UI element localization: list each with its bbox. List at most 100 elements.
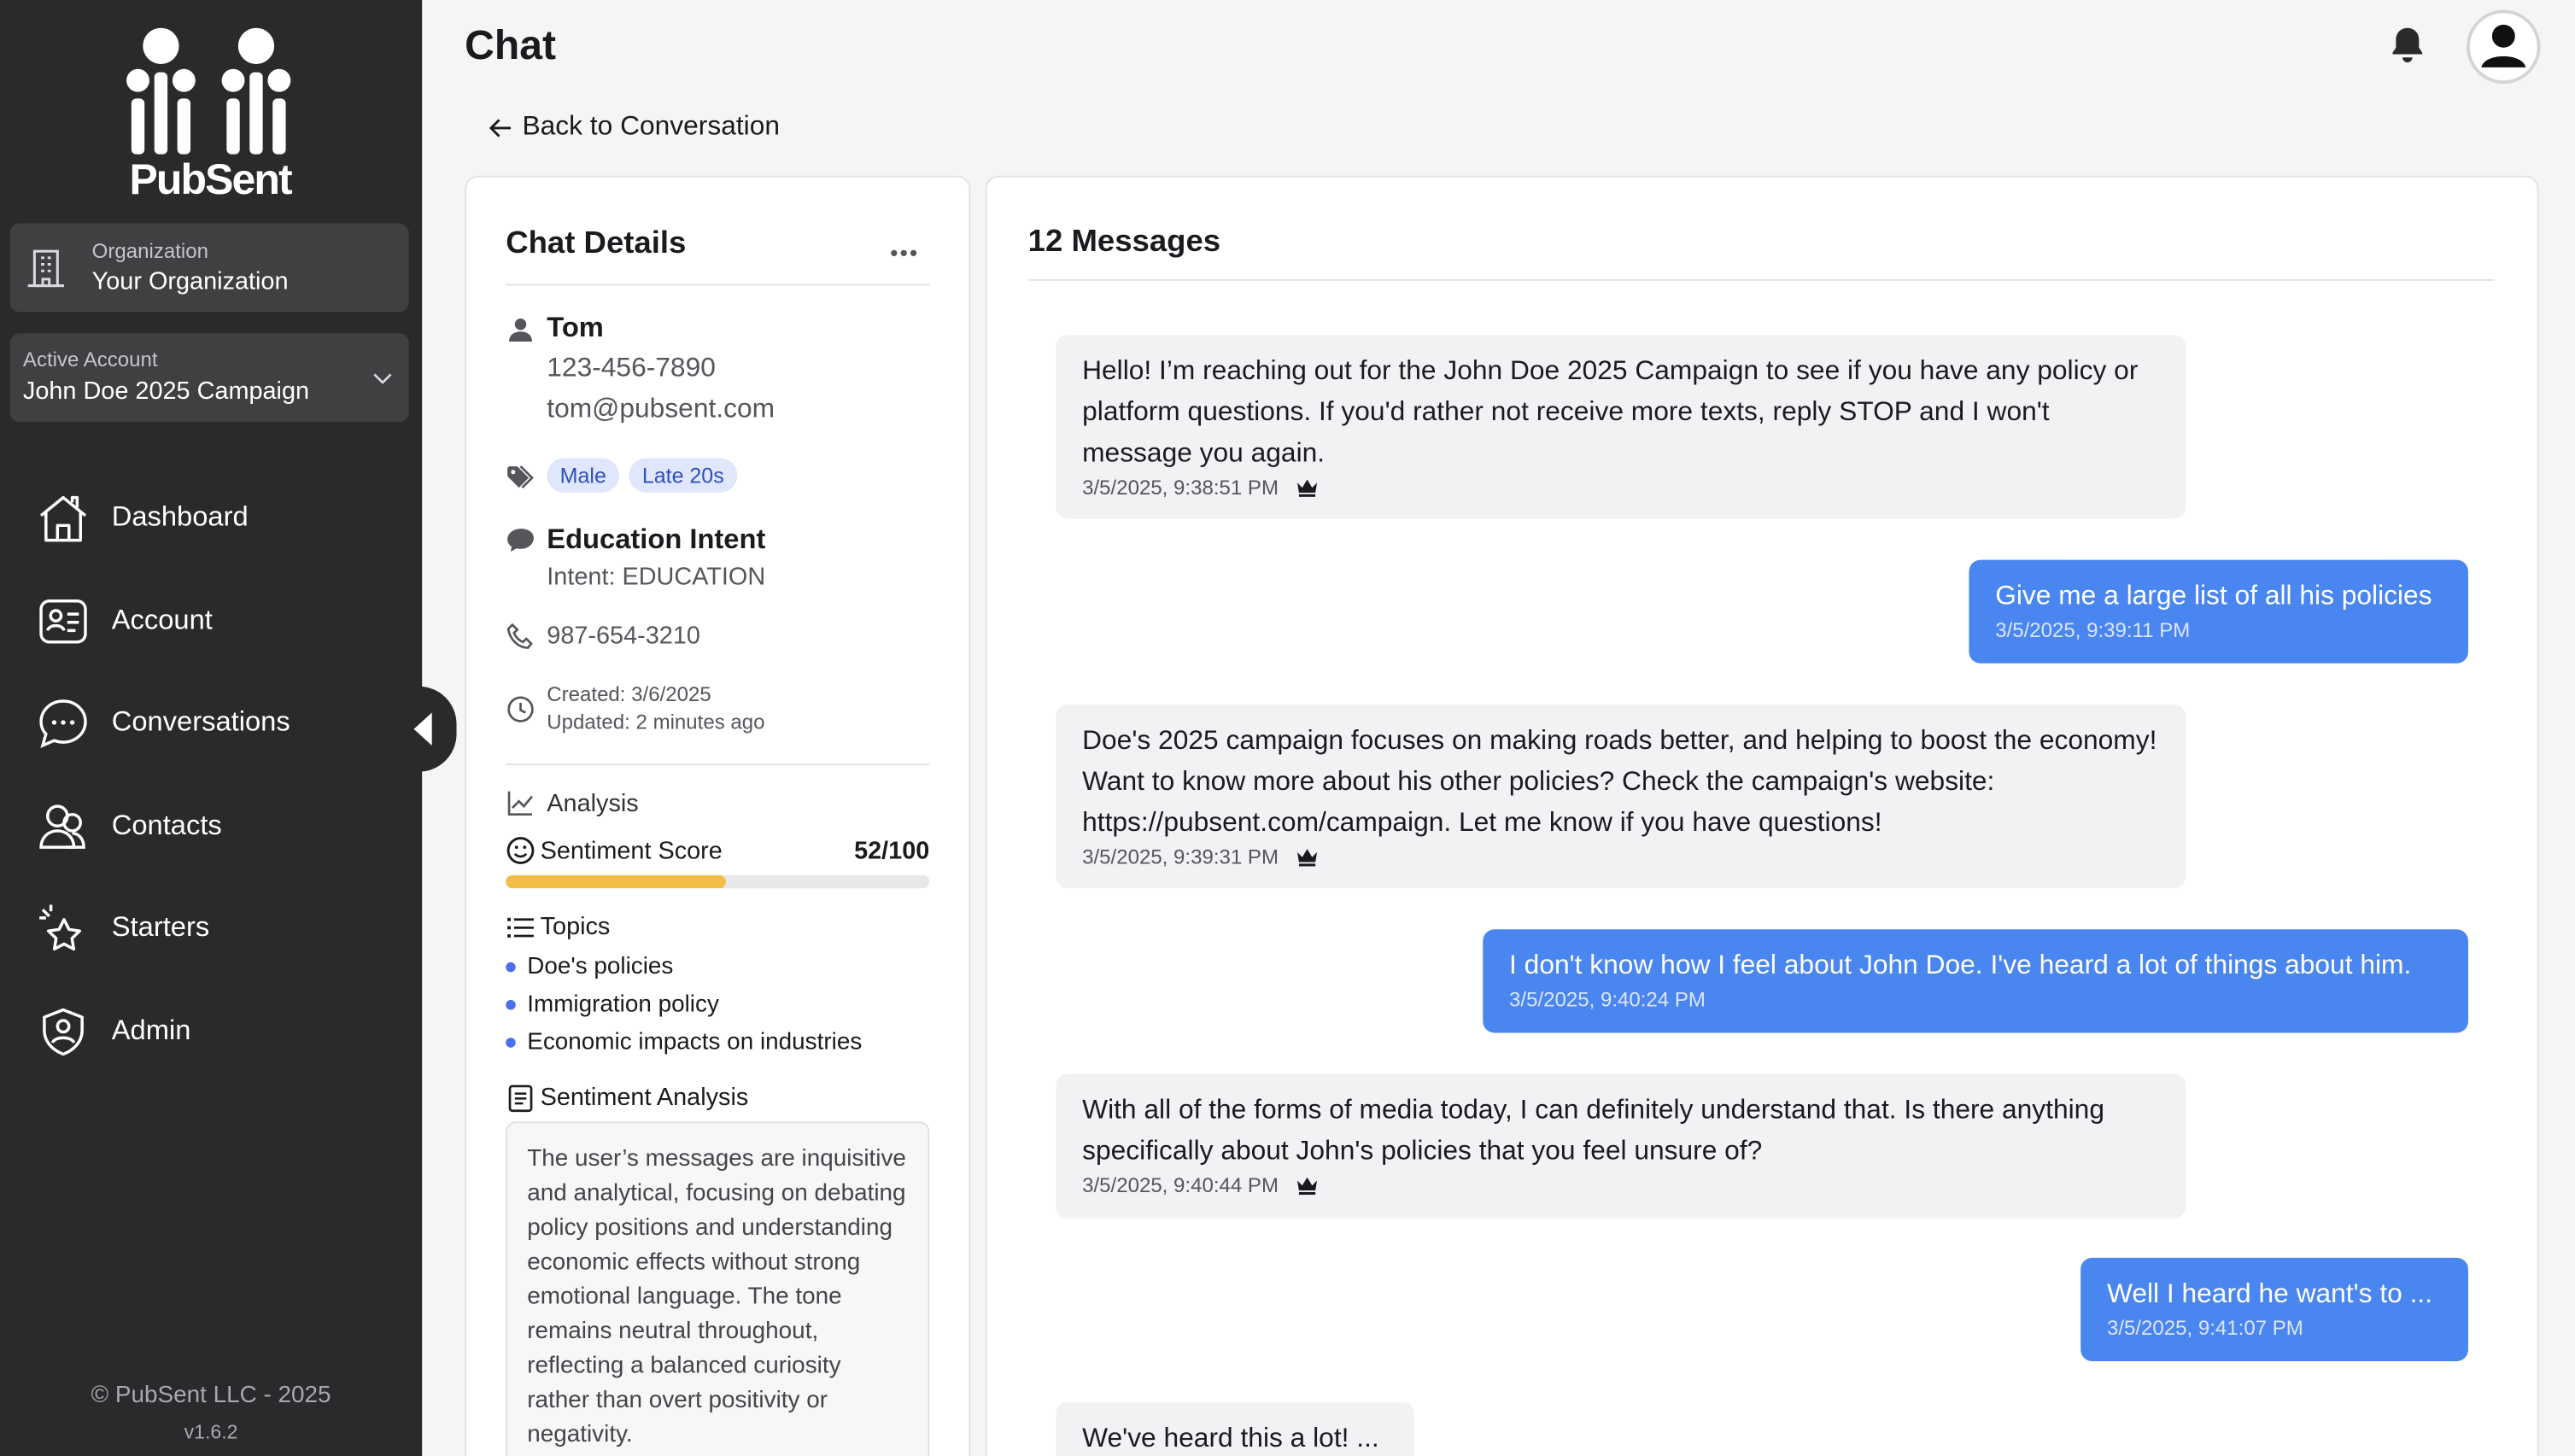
message-timestamp: 3/5/2025, 9:41:07 PM [2106,1317,2303,1341]
tag-badge: Late 20s [629,458,738,493]
document-icon [508,1085,533,1113]
topic-item: Immigration policy [506,991,719,1018]
phone-icon [506,623,533,649]
message-text: Doe's 2025 campaign focuses on making ro… [1082,725,2157,838]
message-text: Give me a large list of all his policies [1995,581,2432,611]
bell-icon[interactable] [2390,25,2426,64]
crown-icon [1296,479,1317,497]
topic-text: Economic impacts on industries [527,1029,863,1056]
sentiment-analysis-label: Sentiment Analysis [540,1084,749,1112]
organization-value: Your Organization [91,267,289,296]
chevron-down-icon [373,373,392,384]
tag-badge: Male [547,458,620,493]
intent-subtitle: Intent: EDUCATION [547,563,766,592]
topic-item: Economic impacts on industries [506,1029,863,1056]
message-outgoing: Well I heard he want's to ... 3/5/2025, … [2080,1257,2468,1362]
active-account-value: John Doe 2025 Campaign [22,377,310,406]
user-avatar[interactable] [2467,9,2541,85]
topic-text: Immigration policy [527,991,719,1019]
message-incoming: With all of the forms of media today, I … [1056,1073,2186,1219]
created-date: Created: 3/6/2025 [547,682,711,706]
smiley-icon [506,837,535,864]
sidebar-item-starters[interactable]: Starters [36,898,397,957]
divider [506,284,930,286]
message-incoming: Hello! I’m reaching out for the John Doe… [1056,335,2186,519]
organization-label: Organization [91,239,208,263]
sidebar-item-conversations[interactable]: Conversations [36,693,397,751]
contact-name: Tom [547,312,604,343]
sidebar-item-admin[interactable]: Admin [36,1002,397,1061]
sentiment-progress-fill [506,874,727,889]
sidebar-item-account[interactable]: Account [36,591,397,650]
active-account-selector[interactable]: Active Account John Doe 2025 Campaign [9,333,409,423]
shield-user-icon [43,1007,84,1055]
sidebar-item-label: Admin [111,1015,191,1046]
updated-date: Updated: 2 minutes ago [547,710,765,734]
sparkle-star-icon [39,903,81,950]
message-incoming: We've heard this a lot! ... [1056,1402,1414,1456]
page-title: Chat [465,22,556,69]
sidebar: PubSent Organization Your Organization A… [0,0,423,1456]
message-timestamp: 3/5/2025, 9:39:11 PM [1995,618,2191,642]
sidebar-item-contacts[interactable]: Contacts [36,797,397,856]
sidebar-item-label: Dashboard [111,500,249,532]
caret-left-icon [413,712,432,746]
message-incoming: Doe's 2025 campaign focuses on making ro… [1056,704,2186,889]
secondary-phone: 987-654-3210 [547,622,700,651]
message-text: I don't know how I feel about John Doe. … [1509,950,2412,980]
message-text: Well I heard he want's to ... [2106,1278,2433,1309]
back-to-conversation-link[interactable]: Back to Conversation [489,112,780,143]
active-account-label: Active Account [22,348,158,371]
message-timestamp: 3/5/2025, 9:40:24 PM [1509,988,1706,1012]
message-outgoing: I don't know how I feel about John Doe. … [1483,929,2468,1033]
logo-text: PubSent [129,154,292,204]
line-chart-icon [507,791,534,816]
sidebar-item-label: Contacts [111,809,222,841]
person-icon [509,319,532,342]
crown-icon [1296,849,1317,867]
intent-title: Education Intent [547,523,766,555]
sentiment-analysis-text: The user’s messages are inquisitive and … [506,1121,930,1456]
chat-details-title: Chat Details [506,226,687,261]
sentiment-progress-bar [506,874,930,889]
arrow-left-icon [489,118,511,137]
sentiment-score-label: Sentiment Score [540,837,723,866]
speech-bubble-icon [507,529,534,553]
message-timestamp: 3/5/2025, 9:40:44 PM [1082,1173,1279,1197]
building-icon [27,249,64,288]
analysis-label: Analysis [547,789,639,818]
message-timestamp: 3/5/2025, 9:39:31 PM [1082,845,1279,869]
crown-icon [1296,1177,1317,1196]
sidebar-collapse-button[interactable] [381,686,457,772]
message-text: With all of the forms of media today, I … [1082,1095,2104,1167]
message-text: We've heard this a lot! ... [1082,1424,1379,1453]
message-text: Hello! I’m reaching out for the John Doe… [1082,356,2139,468]
tags-icon [507,465,534,489]
pubsent-logo[interactable]: PubSent [118,23,301,203]
topic-text: Doe's policies [527,954,674,980]
more-options-button[interactable]: ••• [890,240,919,266]
message-timestamp: 3/5/2025, 9:38:51 PM [1082,476,1279,500]
chat-details-panel: Chat Details ••• Tom 123-456-7890 tom@pu… [465,175,971,1456]
topic-item: Doe's policies [506,954,673,980]
messages-count: 12 Messages [1027,225,1221,260]
logo-figures-icon [126,27,291,155]
back-label: Back to Conversation [522,111,781,142]
organization-selector[interactable]: Organization Your Organization [9,223,409,313]
list-icon [507,917,534,938]
chat-bubble-icon [39,699,87,748]
user-icon [2481,24,2526,67]
message-outgoing: Give me a large list of all his policies… [1969,559,2468,664]
contact-phone: 123-456-7890 [547,353,716,383]
house-icon [39,494,87,541]
sidebar-item-label: Conversations [111,705,290,738]
sidebar-item-dashboard[interactable]: Dashboard [36,488,397,547]
contact-email: tom@pubsent.com [547,394,775,424]
divider [1027,278,2495,281]
divider [506,763,930,766]
messages-panel: 12 Messages Hello! I’m reaching out for … [985,175,2539,1456]
copyright: © PubSent LLC - 2025 [91,1382,331,1409]
sidebar-item-label: Account [111,604,213,636]
topics-label: Topics [540,913,611,941]
id-card-icon [39,599,87,643]
